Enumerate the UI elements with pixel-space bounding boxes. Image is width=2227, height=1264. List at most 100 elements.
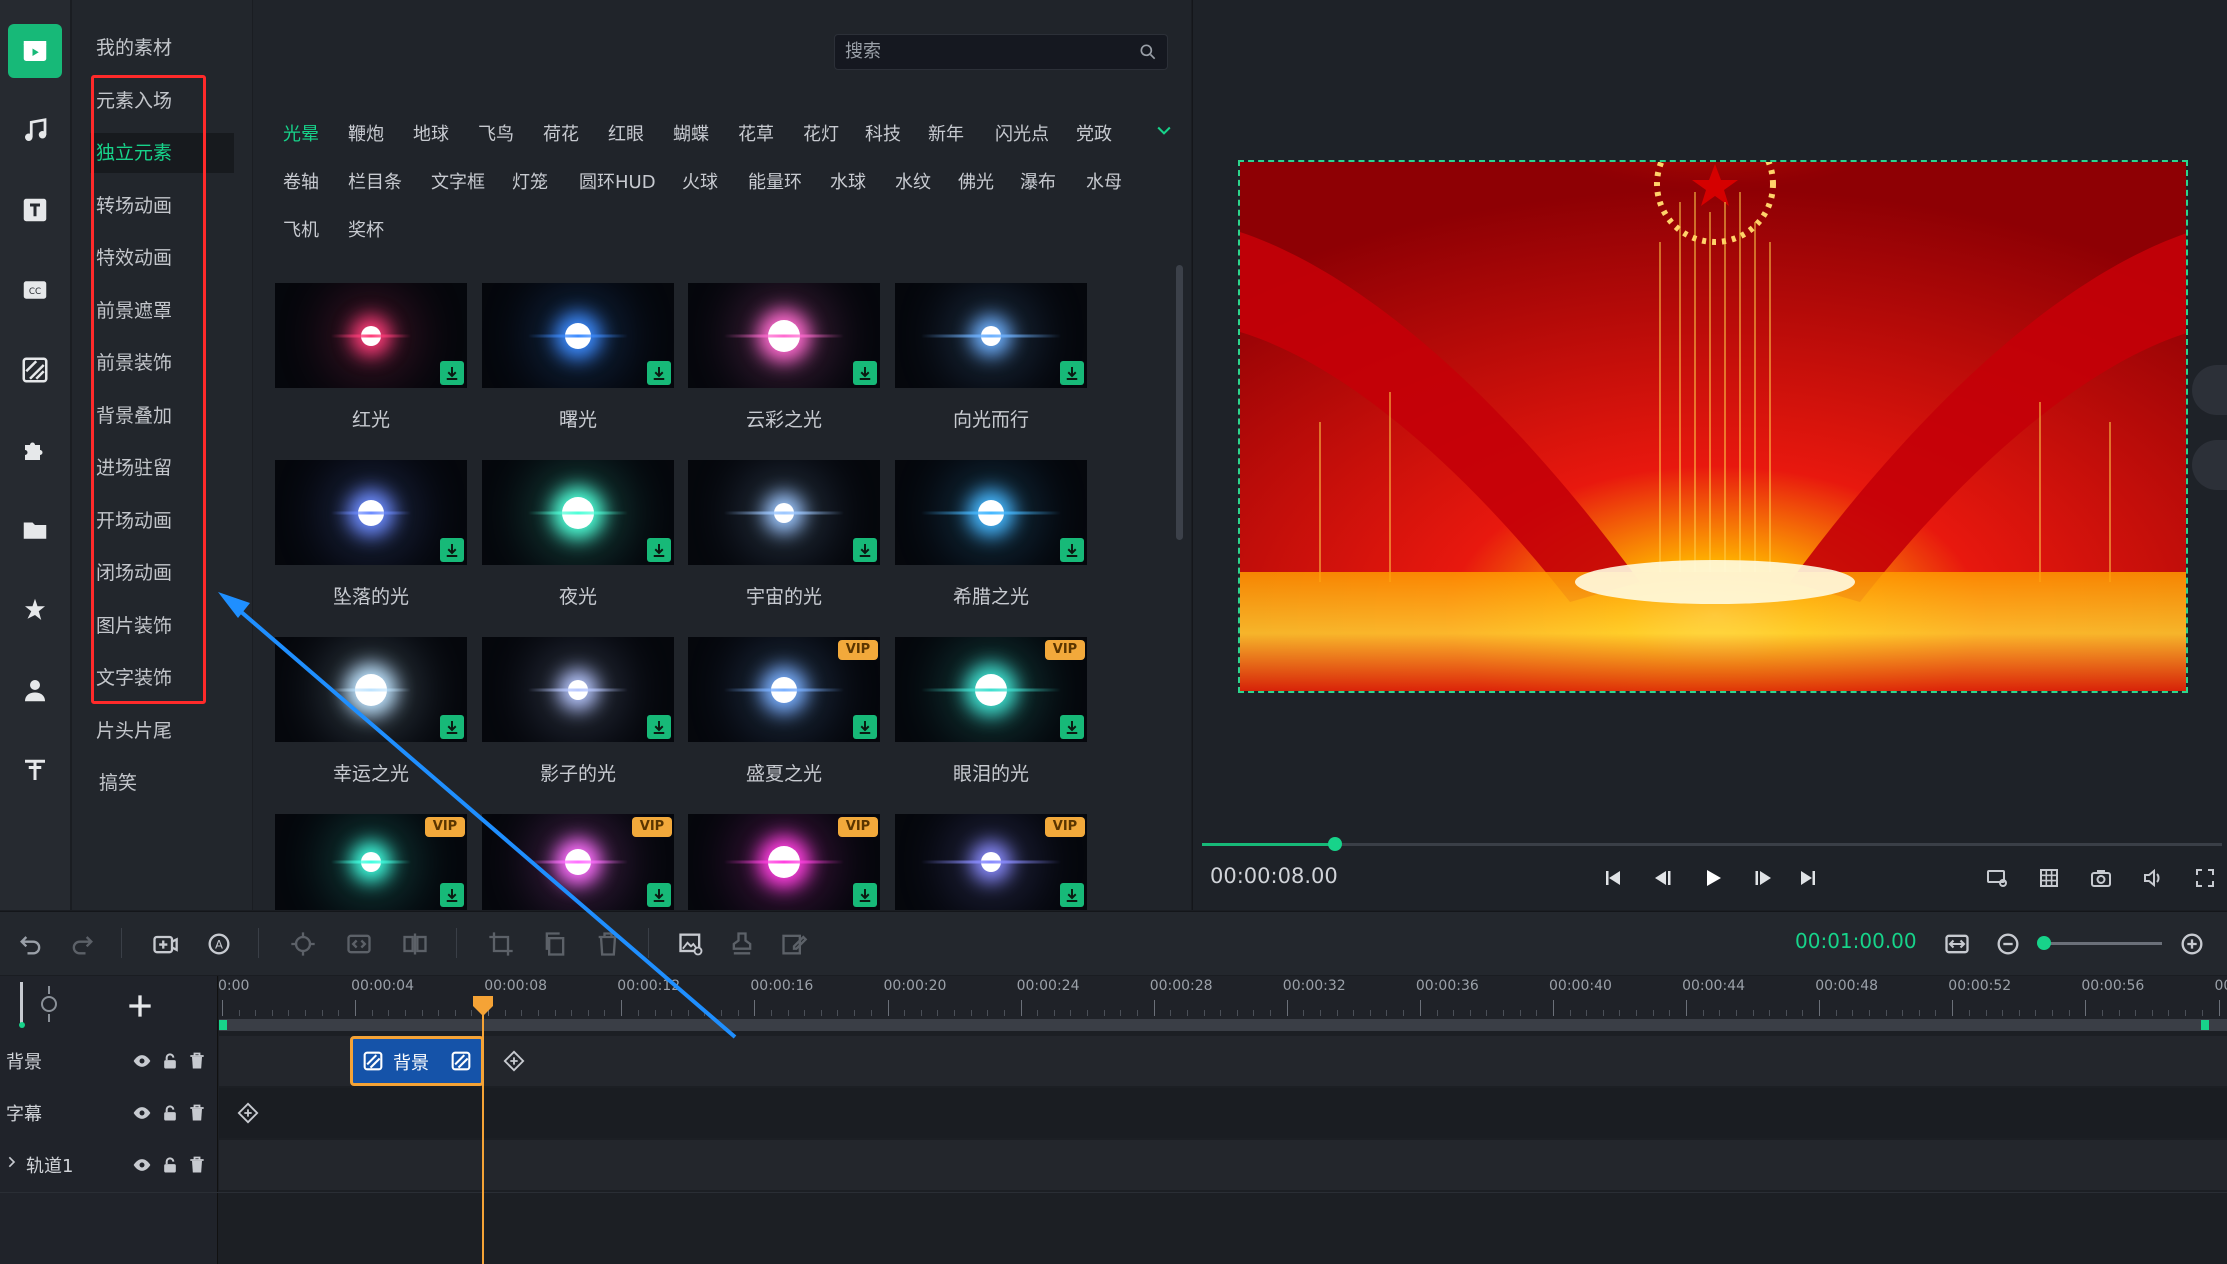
material-tile[interactable] <box>688 283 880 388</box>
split-icon[interactable] <box>399 928 431 960</box>
tag-item[interactable]: 红眼 <box>608 120 644 146</box>
eye-icon[interactable] <box>131 1050 153 1072</box>
material-tile[interactable]: VIP <box>895 637 1087 742</box>
tag-item[interactable]: 水球 <box>830 168 866 194</box>
fullscreen-icon[interactable] <box>2191 864 2219 892</box>
undo-icon[interactable] <box>15 928 47 960</box>
search-input[interactable]: 搜索 <box>834 34 1168 70</box>
edit-icon[interactable] <box>778 928 810 960</box>
tag-item[interactable]: 地球 <box>413 120 449 146</box>
lock-icon[interactable] <box>159 1154 181 1176</box>
timeline-clip[interactable]: 背景 <box>350 1036 484 1086</box>
download-icon[interactable] <box>440 715 464 739</box>
video-preview[interactable] <box>1238 160 2188 693</box>
image-edit-icon[interactable] <box>675 928 707 960</box>
volume-icon[interactable] <box>2139 864 2167 892</box>
category-item[interactable]: 背景叠加 <box>96 396 172 436</box>
tag-item[interactable]: 闪光点 <box>995 120 1049 146</box>
add-subtitle-keyframe-icon[interactable] <box>237 1102 259 1124</box>
material-tile[interactable] <box>895 460 1087 565</box>
progress-track[interactable] <box>1202 843 2222 846</box>
material-tile[interactable] <box>482 637 674 742</box>
copy-icon[interactable] <box>539 928 571 960</box>
stamp-icon[interactable] <box>726 928 758 960</box>
eye-icon[interactable] <box>131 1102 153 1124</box>
prev-frame-icon[interactable] <box>1649 864 1677 892</box>
trash-icon[interactable] <box>186 1154 208 1176</box>
effects-icon[interactable] <box>8 583 62 637</box>
tag-item[interactable]: 飞机 <box>283 216 319 242</box>
add-media-icon[interactable] <box>149 928 181 960</box>
material-tile[interactable]: VIP <box>688 814 880 910</box>
tag-item[interactable]: 党政 <box>1076 120 1112 146</box>
category-item[interactable]: 前景装饰 <box>96 343 172 383</box>
skip-start-icon[interactable] <box>1599 864 1627 892</box>
text-icon[interactable] <box>8 183 62 237</box>
category-item[interactable]: 前景遮罩 <box>96 291 172 331</box>
tag-item[interactable]: 水母 <box>1086 168 1122 194</box>
tag-item[interactable]: 文字框 <box>431 168 485 194</box>
category-item[interactable]: 元素入场 <box>96 81 172 121</box>
skip-end-icon[interactable] <box>1794 864 1822 892</box>
folder-icon[interactable] <box>8 503 62 557</box>
screen-settings-icon[interactable] <box>1983 864 2011 892</box>
material-tile[interactable] <box>688 460 880 565</box>
search-icon[interactable] <box>1138 42 1158 62</box>
material-tile[interactable] <box>275 460 467 565</box>
category-item[interactable]: 转场动画 <box>96 186 172 226</box>
material-tile[interactable] <box>275 283 467 388</box>
tag-item[interactable]: 鞭炮 <box>348 120 384 146</box>
tag-item[interactable]: 瀑布 <box>1020 168 1056 194</box>
media-icon[interactable] <box>8 24 62 78</box>
material-tile[interactable] <box>895 283 1087 388</box>
fit-timeline-icon[interactable] <box>1941 928 1973 960</box>
filter-icon[interactable] <box>8 343 62 397</box>
download-icon[interactable] <box>647 883 671 907</box>
tag-item[interactable]: 荷花 <box>543 120 579 146</box>
download-icon[interactable] <box>440 883 464 907</box>
material-tile[interactable] <box>482 460 674 565</box>
category-item[interactable]: 独立元素 <box>90 133 234 173</box>
download-icon[interactable] <box>853 361 877 385</box>
category-item[interactable]: 搞笑 <box>99 763 137 803</box>
zoom-slider[interactable] <box>2042 942 2162 945</box>
zoom-out-icon[interactable] <box>1992 928 2024 960</box>
progress-handle[interactable] <box>1328 837 1342 851</box>
chevron-down-icon[interactable] <box>1154 120 1174 140</box>
tag-item[interactable]: 花草 <box>738 120 774 146</box>
download-icon[interactable] <box>1060 715 1084 739</box>
tag-item[interactable]: 卷轴 <box>283 168 319 194</box>
add-keyframe-icon[interactable] <box>503 1050 525 1072</box>
material-tile[interactable]: VIP <box>688 637 880 742</box>
playhead-handle[interactable] <box>471 994 495 1016</box>
material-tile[interactable]: VIP <box>275 814 467 910</box>
category-item[interactable]: 进场驻留 <box>96 448 172 488</box>
download-icon[interactable] <box>1060 883 1084 907</box>
lock-icon[interactable] <box>159 1102 181 1124</box>
download-icon[interactable] <box>647 538 671 562</box>
zoom-in-icon[interactable] <box>2176 928 2208 960</box>
category-item[interactable]: 特效动画 <box>96 238 172 278</box>
trim-icon[interactable] <box>343 928 375 960</box>
download-icon[interactable] <box>853 715 877 739</box>
trash-icon[interactable] <box>186 1050 208 1072</box>
trash-icon[interactable] <box>186 1102 208 1124</box>
crop-icon[interactable] <box>485 928 517 960</box>
tag-item[interactable]: 佛光 <box>958 168 994 194</box>
expand-chevron-icon[interactable] <box>4 1154 20 1174</box>
tag-item[interactable]: 奖杯 <box>348 216 384 242</box>
add-track-icon[interactable] <box>124 990 156 1022</box>
caption-icon[interactable]: CC <box>8 263 62 317</box>
grid-icon[interactable] <box>2035 864 2063 892</box>
material-tile[interactable] <box>275 637 467 742</box>
target-icon[interactable] <box>287 928 319 960</box>
tag-item[interactable]: 花灯 <box>803 120 839 146</box>
category-item[interactable]: 文字装饰 <box>96 658 172 698</box>
tag-item[interactable]: 能量环 <box>748 168 802 194</box>
playhead[interactable] <box>482 1000 484 1264</box>
snap-toggle[interactable] <box>20 982 23 1026</box>
redo-icon[interactable] <box>66 928 98 960</box>
tag-item[interactable]: 水纹 <box>895 168 931 194</box>
person-icon[interactable] <box>8 663 62 717</box>
category-item[interactable]: 开场动画 <box>96 501 172 541</box>
